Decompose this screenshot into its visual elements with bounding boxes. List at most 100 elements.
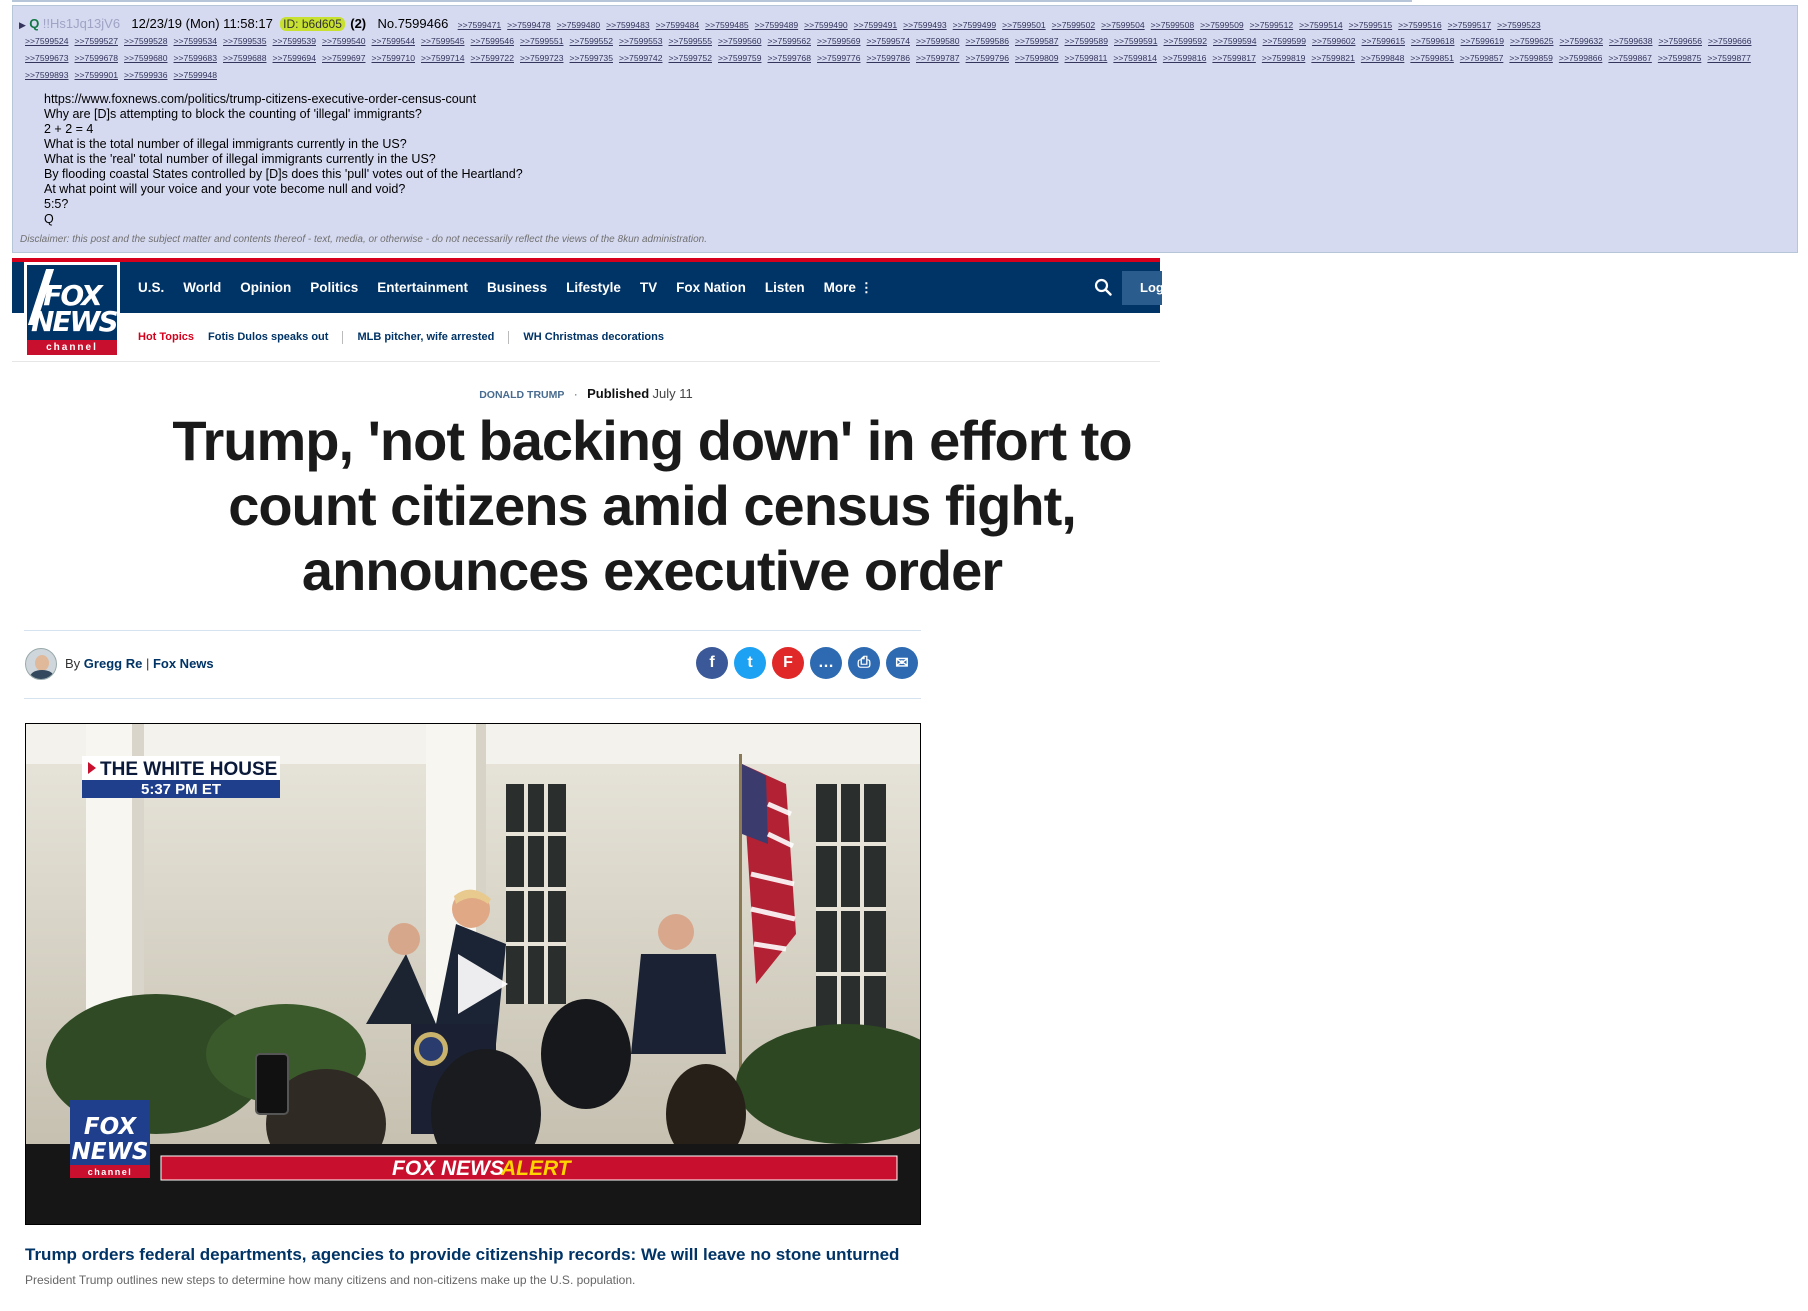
post-backlink[interactable]: >>7599602	[1312, 33, 1356, 49]
post-backlink[interactable]: >>7599867	[1608, 50, 1652, 66]
post-backlink[interactable]: >>7599875	[1658, 50, 1702, 66]
post-backlink[interactable]: >>7599514	[1299, 17, 1343, 33]
post-backlink[interactable]: >>7599877	[1707, 50, 1751, 66]
post-backlink[interactable]: >>7599594	[1213, 33, 1257, 49]
post-number-link[interactable]: No.7599466	[377, 16, 448, 31]
hot-topic-link[interactable]: Fotis Dulos speaks out	[208, 331, 328, 343]
post-backlink[interactable]: >>7599501	[1002, 17, 1046, 33]
nav-item-world[interactable]: World	[183, 280, 221, 295]
post-backlink[interactable]: >>7599490	[804, 17, 848, 33]
post-backlink[interactable]: >>7599478	[507, 17, 551, 33]
comments-icon[interactable]: …	[810, 647, 842, 679]
post-backlink[interactable]: >>7599599	[1263, 33, 1307, 49]
video-title-link[interactable]: Trump orders federal departments, agenci…	[25, 1245, 899, 1265]
post-backlink[interactable]: >>7599817	[1212, 50, 1256, 66]
post-backlink[interactable]: >>7599848	[1361, 50, 1405, 66]
facebook-icon[interactable]: f	[696, 647, 728, 679]
post-backlink[interactable]: >>7599545	[421, 33, 465, 49]
nav-item-u-s[interactable]: U.S.	[138, 280, 164, 295]
post-backlink[interactable]: >>7599768	[768, 50, 812, 66]
post-backlink[interactable]: >>7599504	[1101, 17, 1145, 33]
post-backlink[interactable]: >>7599866	[1559, 50, 1603, 66]
post-backlink[interactable]: >>7599591	[1114, 33, 1158, 49]
post-backlink[interactable]: >>7599710	[372, 50, 416, 66]
post-backlink[interactable]: >>7599551	[520, 33, 564, 49]
post-backlink[interactable]: >>7599752	[669, 50, 713, 66]
post-backlink[interactable]: >>7599776	[817, 50, 861, 66]
post-backlink[interactable]: >>7599811	[1065, 50, 1108, 66]
post-backlink[interactable]: >>7599714	[421, 50, 465, 66]
post-backlink[interactable]: >>7599742	[619, 50, 663, 66]
nav-item-opinion[interactable]: Opinion	[240, 280, 291, 295]
post-backlink[interactable]: >>7599516	[1398, 17, 1442, 33]
post-backlink[interactable]: >>7599471	[458, 17, 502, 33]
hot-topic-link[interactable]: WH Christmas decorations	[523, 331, 664, 343]
post-backlink[interactable]: >>7599540	[322, 33, 366, 49]
post-backlink[interactable]: >>7599683	[174, 50, 218, 66]
poster-id-badge[interactable]: ID: b6d605	[280, 17, 345, 31]
post-backlink[interactable]: >>7599539	[273, 33, 317, 49]
post-backlink[interactable]: >>7599493	[903, 17, 947, 33]
search-icon[interactable]	[1094, 278, 1112, 296]
email-icon[interactable]: ✉	[886, 647, 918, 679]
post-backlink[interactable]: >>7599619	[1461, 33, 1505, 49]
post-backlink[interactable]: >>7599632	[1560, 33, 1604, 49]
post-backlink[interactable]: >>7599528	[124, 33, 168, 49]
post-backlink[interactable]: >>7599589	[1065, 33, 1109, 49]
post-backlink[interactable]: >>7599666	[1708, 33, 1752, 49]
flipboard-icon[interactable]: F	[772, 647, 804, 679]
post-backlink[interactable]: >>7599901	[75, 67, 119, 83]
post-backlink[interactable]: >>7599857	[1460, 50, 1504, 66]
nav-item-listen[interactable]: Listen	[765, 280, 805, 295]
author-link[interactable]: Gregg Re	[84, 656, 143, 671]
post-backlink[interactable]: >>7599527	[75, 33, 119, 49]
post-backlink[interactable]: >>7599786	[867, 50, 911, 66]
post-body-link[interactable]: https://www.foxnews.com/politics/trump-c…	[44, 92, 523, 107]
login-button[interactable]: Login	[1122, 271, 1162, 305]
post-backlink[interactable]: >>7599523	[1497, 17, 1541, 33]
post-backlink[interactable]: >>7599936	[124, 67, 168, 83]
post-backlink[interactable]: >>7599673	[25, 50, 69, 66]
post-backlink[interactable]: >>7599515	[1349, 17, 1393, 33]
post-backlink[interactable]: >>7599656	[1659, 33, 1703, 49]
twitter-icon[interactable]: t	[734, 647, 766, 679]
post-backlink[interactable]: >>7599555	[669, 33, 713, 49]
post-backlink[interactable]: >>7599508	[1151, 17, 1195, 33]
post-backlink[interactable]: >>7599618	[1411, 33, 1455, 49]
post-backlink[interactable]: >>7599534	[174, 33, 218, 49]
outlet-link[interactable]: Fox News	[153, 656, 214, 671]
nav-item-entertainment[interactable]: Entertainment	[377, 280, 468, 295]
post-collapse-arrow-icon[interactable]: ▶	[19, 20, 26, 30]
post-backlink[interactable]: >>7599574	[867, 33, 911, 49]
post-backlink[interactable]: >>7599680	[124, 50, 168, 66]
nav-item-lifestyle[interactable]: Lifestyle	[566, 280, 621, 295]
post-backlink[interactable]: >>7599787	[916, 50, 960, 66]
post-backlink[interactable]: >>7599502	[1052, 17, 1096, 33]
author-avatar[interactable]	[25, 648, 57, 680]
nav-item-politics[interactable]: Politics	[310, 280, 358, 295]
post-backlink[interactable]: >>7599553	[619, 33, 663, 49]
post-backlink[interactable]: >>7599484	[656, 17, 700, 33]
nav-item-business[interactable]: Business	[487, 280, 547, 295]
post-backlink[interactable]: >>7599562	[768, 33, 812, 49]
post-backlink[interactable]: >>7599544	[372, 33, 416, 49]
post-backlink[interactable]: >>7599615	[1362, 33, 1406, 49]
post-backlink[interactable]: >>7599517	[1448, 17, 1492, 33]
post-backlink[interactable]: >>7599688	[223, 50, 267, 66]
print-icon[interactable]: ⎙	[848, 647, 880, 679]
post-backlink[interactable]: >>7599509	[1200, 17, 1244, 33]
fox-news-logo[interactable]: FOX NEWS channel	[24, 262, 120, 358]
post-backlink[interactable]: >>7599524	[25, 33, 69, 49]
post-backlink[interactable]: >>7599586	[966, 33, 1010, 49]
post-backlink[interactable]: >>7599859	[1509, 50, 1553, 66]
post-backlink[interactable]: >>7599560	[718, 33, 762, 49]
nav-item-tv[interactable]: TV	[640, 280, 657, 295]
post-backlink[interactable]: >>7599722	[471, 50, 515, 66]
post-backlink[interactable]: >>7599893	[25, 67, 69, 83]
nav-item-more[interactable]: More ⋮	[824, 280, 874, 296]
post-backlink[interactable]: >>7599814	[1113, 50, 1157, 66]
post-backlink[interactable]: >>7599816	[1163, 50, 1207, 66]
post-backlink[interactable]: >>7599512	[1250, 17, 1294, 33]
post-backlink[interactable]: >>7599694	[273, 50, 317, 66]
post-backlink[interactable]: >>7599587	[1015, 33, 1059, 49]
